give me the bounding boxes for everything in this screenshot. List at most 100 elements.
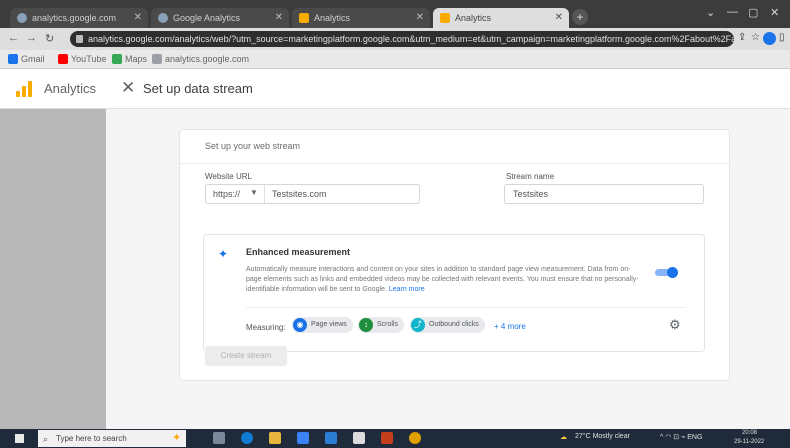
tab-close-icon[interactable]: ✕ bbox=[134, 8, 142, 28]
tab-close-icon[interactable]: ✕ bbox=[275, 8, 283, 28]
tab-close-icon[interactable]: ✕ bbox=[416, 8, 424, 28]
gmail-icon bbox=[8, 54, 18, 64]
clock-date: 29-11-2022 bbox=[734, 439, 765, 445]
analytics-logo-icon bbox=[16, 81, 32, 97]
extensions-icon[interactable]: ▯ bbox=[779, 32, 785, 43]
divider bbox=[246, 307, 686, 308]
website-url-label: Website URL bbox=[205, 172, 252, 181]
section-title: Set up your web stream bbox=[205, 141, 301, 151]
tab-favicon-icon bbox=[17, 13, 27, 23]
tab-title: analytics.google.com bbox=[32, 13, 117, 23]
website-url-field: https:// ▼ Testsites.com bbox=[205, 184, 420, 204]
gear-icon[interactable]: ⚙ bbox=[669, 317, 681, 333]
chip-scrolls: ↕ Scrolls bbox=[358, 317, 405, 333]
tab-search-icon[interactable]: ⌄ bbox=[706, 6, 715, 19]
share-icon[interactable]: ⇪ bbox=[738, 32, 746, 43]
back-icon[interactable]: ← bbox=[8, 32, 19, 44]
enhanced-measurement-panel: ✦ Enhanced measurement Automatically mea… bbox=[203, 234, 705, 352]
edge-icon[interactable] bbox=[241, 432, 253, 444]
card-header: Set up your web stream bbox=[180, 130, 729, 164]
maps-icon bbox=[112, 54, 122, 64]
windows-start-icon[interactable] bbox=[15, 434, 24, 443]
measuring-label: Measuring: bbox=[246, 323, 286, 332]
tab-close-icon[interactable]: ✕ bbox=[555, 8, 563, 28]
minimize-icon[interactable]: — bbox=[727, 6, 738, 18]
window-close-icon[interactable]: ✕ bbox=[770, 6, 779, 19]
star-icon[interactable]: ☆ bbox=[751, 32, 760, 43]
office-icon[interactable] bbox=[381, 432, 393, 444]
bookmark-page-icon bbox=[152, 54, 162, 64]
youtube-icon bbox=[58, 54, 68, 64]
bookmark-maps[interactable]: Maps bbox=[112, 53, 147, 65]
bookmark-youtube[interactable]: YouTube bbox=[58, 53, 106, 65]
search-icon: ⌕ bbox=[43, 434, 49, 444]
file-explorer-icon[interactable] bbox=[269, 432, 281, 444]
dialog-title: Set up data stream bbox=[143, 81, 253, 96]
weather-icon: ☁ bbox=[560, 434, 567, 441]
tab-favicon-icon bbox=[440, 13, 450, 23]
sidebar bbox=[0, 109, 106, 429]
browser-tab-1[interactable]: analytics.google.com ✕ bbox=[10, 8, 148, 28]
enhanced-measurement-title: Enhanced measurement bbox=[246, 247, 351, 257]
product-name: Analytics bbox=[44, 81, 97, 96]
forward-icon[interactable]: → bbox=[26, 32, 37, 44]
protocol-select[interactable]: https:// ▼ bbox=[206, 185, 265, 203]
browser-tab-strip: analytics.google.com ✕ Google Analytics … bbox=[0, 0, 790, 28]
weather-text[interactable]: 27°C Mostly clear bbox=[575, 433, 630, 440]
address-bar-row: ← → ↻ analytics.google.com/analytics/web… bbox=[0, 28, 790, 50]
bookmark-label: Maps bbox=[125, 54, 148, 64]
windows-taskbar: ⌕ Type here to search ✦ ☁ 27°C Mostly cl… bbox=[0, 429, 790, 448]
enhanced-measurement-description: Automatically measure interactions and c… bbox=[246, 266, 639, 293]
system-tray-icons[interactable]: ^ ◠ ⊡ ⌁ ENG bbox=[660, 433, 702, 441]
bookmark-label: YouTube bbox=[71, 54, 107, 64]
app-icon[interactable] bbox=[353, 432, 365, 444]
more-measurements-link[interactable]: + 4 more bbox=[494, 322, 526, 331]
browser-tab-3[interactable]: Analytics ✕ bbox=[292, 8, 430, 28]
browser-tab-4-active[interactable]: Analytics ✕ bbox=[433, 8, 569, 28]
sparkle-icon: ✦ bbox=[218, 247, 229, 261]
new-tab-button[interactable]: + bbox=[572, 9, 588, 25]
profile-avatar[interactable] bbox=[763, 32, 776, 45]
web-stream-card: Set up your web stream Website URL https… bbox=[179, 129, 730, 381]
bookmark-label: analytics.google.com bbox=[165, 54, 250, 64]
maximize-icon[interactable]: ▢ bbox=[748, 6, 758, 19]
sparkle-icon: ✦ bbox=[172, 432, 182, 444]
tab-favicon-icon bbox=[299, 13, 309, 23]
website-url-input[interactable]: Testsites.com bbox=[272, 189, 327, 199]
chip-outbound-clicks: ⤴ Outbound clicks bbox=[410, 317, 485, 333]
chevron-down-icon: ▼ bbox=[250, 188, 258, 197]
protocol-value: https:// bbox=[213, 189, 241, 199]
learn-more-link[interactable]: Learn more bbox=[389, 286, 425, 293]
stream-name-value: Testsites bbox=[513, 189, 549, 199]
chrome-icon[interactable] bbox=[409, 432, 421, 444]
bookmarks-bar: Gmail YouTube Maps analytics.google.com bbox=[0, 50, 790, 69]
reload-icon[interactable]: ↻ bbox=[45, 32, 54, 45]
scroll-icon: ↕ bbox=[359, 318, 373, 332]
outbound-link-icon: ⤴ bbox=[411, 318, 425, 332]
chip-page-views: ◉ Page views bbox=[292, 317, 353, 333]
tab-favicon-icon bbox=[158, 13, 168, 23]
bookmark-analytics[interactable]: analytics.google.com bbox=[152, 53, 249, 65]
url-text: analytics.google.com/analytics/web/?utm_… bbox=[88, 34, 734, 44]
lock-icon bbox=[76, 35, 83, 43]
task-view-icon[interactable] bbox=[213, 432, 225, 444]
tab-title: Google Analytics bbox=[173, 13, 241, 23]
eye-icon: ◉ bbox=[293, 318, 307, 332]
browser-tab-2[interactable]: Google Analytics ✕ bbox=[151, 8, 289, 28]
bookmark-label: Gmail bbox=[21, 54, 45, 64]
analytics-header: Analytics ✕ Set up data stream bbox=[0, 70, 790, 109]
url-bar[interactable]: analytics.google.com/analytics/web/?utm_… bbox=[70, 31, 734, 47]
store-icon[interactable] bbox=[297, 432, 309, 444]
mail-icon[interactable] bbox=[325, 432, 337, 444]
close-icon[interactable]: ✕ bbox=[121, 78, 135, 98]
taskbar-search-placeholder: Type here to search bbox=[56, 434, 127, 443]
stream-name-input[interactable]: Testsites bbox=[504, 184, 704, 204]
create-stream-button[interactable]: Create stream bbox=[205, 346, 287, 366]
taskbar-search[interactable]: ⌕ Type here to search bbox=[38, 430, 186, 447]
bookmark-gmail[interactable]: Gmail bbox=[8, 53, 45, 65]
tab-title: Analytics bbox=[314, 13, 351, 23]
main-content: Set up your web stream Website URL https… bbox=[106, 109, 790, 429]
tab-title: Analytics bbox=[455, 13, 492, 23]
stream-name-label: Stream name bbox=[506, 172, 555, 181]
enhanced-measurement-toggle[interactable] bbox=[655, 267, 679, 278]
